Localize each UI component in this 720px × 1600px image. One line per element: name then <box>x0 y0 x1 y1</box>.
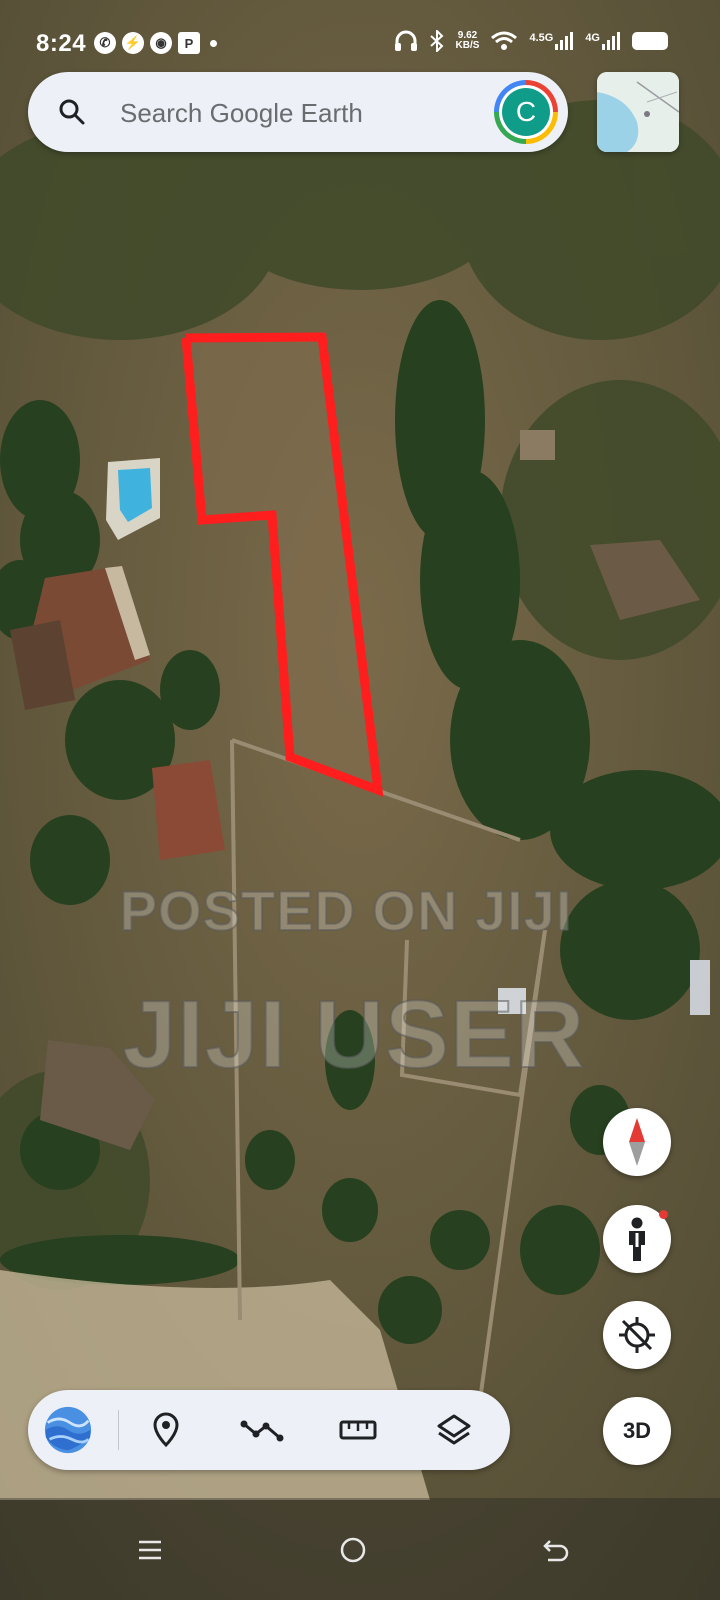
draw-path-button[interactable] <box>238 1406 286 1454</box>
messenger-icon: ⚡ <box>122 32 144 54</box>
location-off-icon <box>619 1317 655 1353</box>
chrome-icon: ◉ <box>150 32 172 54</box>
home-button[interactable] <box>323 1520 383 1580</box>
net-speed: 9.62 KB/S <box>456 31 480 51</box>
whatsapp-icon: ✆ <box>94 32 116 54</box>
signal-1-label: 4.5G <box>529 32 554 44</box>
menu-icon <box>139 1540 161 1560</box>
account-avatar[interactable]: C <box>494 80 558 144</box>
wifi-icon <box>491 31 518 50</box>
place-marker-icon <box>153 1412 179 1448</box>
pdf-icon: P <box>178 32 200 54</box>
signal-1-bars-icon <box>555 32 574 50</box>
toolbar-divider <box>118 1410 119 1450</box>
street-view-button[interactable] <box>603 1205 671 1273</box>
notification-dot <box>659 1210 668 1219</box>
signal-2-bars-icon <box>602 32 620 50</box>
back-button[interactable] <box>526 1520 586 1580</box>
status-time: 8:24 <box>36 30 87 57</box>
search-bar[interactable]: C <box>28 72 568 152</box>
bluetooth-icon <box>429 30 443 52</box>
layers-button[interactable] <box>430 1406 478 1454</box>
voyager-icon <box>44 1406 92 1454</box>
avatar-letter: C <box>502 88 550 136</box>
headphones-icon <box>394 30 417 51</box>
recents-button[interactable] <box>120 1520 180 1580</box>
minimap-button[interactable] <box>597 72 679 152</box>
signal-1: 4.5G <box>529 32 574 50</box>
signal-2-label: 4G <box>585 32 600 44</box>
minimap-thumbnail <box>597 72 679 152</box>
path-icon <box>240 1420 284 1442</box>
satellite-map[interactable] <box>0 0 720 1600</box>
my-location-button[interactable] <box>603 1301 671 1369</box>
watermark-line-2: JIJI USER <box>122 980 586 1089</box>
back-arrow-icon <box>543 1540 569 1562</box>
voyager-button[interactable] <box>44 1406 92 1454</box>
watermark-line-1: POSTED ON JIJI <box>119 878 573 943</box>
add-placemark-button[interactable] <box>142 1406 190 1454</box>
signal-2: 4G <box>585 32 620 50</box>
measure-button[interactable] <box>334 1406 382 1454</box>
search-input[interactable] <box>118 94 482 132</box>
battery-icon <box>632 32 668 50</box>
compass-button[interactable] <box>603 1108 671 1176</box>
net-speed-unit: KB/S <box>455 40 480 51</box>
bottom-toolbar <box>28 1390 510 1470</box>
pegman-icon <box>629 1217 645 1261</box>
system-nav-bar <box>0 1498 720 1600</box>
more-notifications-dot <box>210 39 217 47</box>
home-circle-icon <box>340 1537 366 1563</box>
measure-icon <box>339 1420 377 1440</box>
3d-toggle-button[interactable]: 3D <box>603 1397 671 1465</box>
layers-icon <box>437 1414 471 1445</box>
compass-icon <box>629 1118 645 1166</box>
search-icon[interactable] <box>58 98 86 126</box>
